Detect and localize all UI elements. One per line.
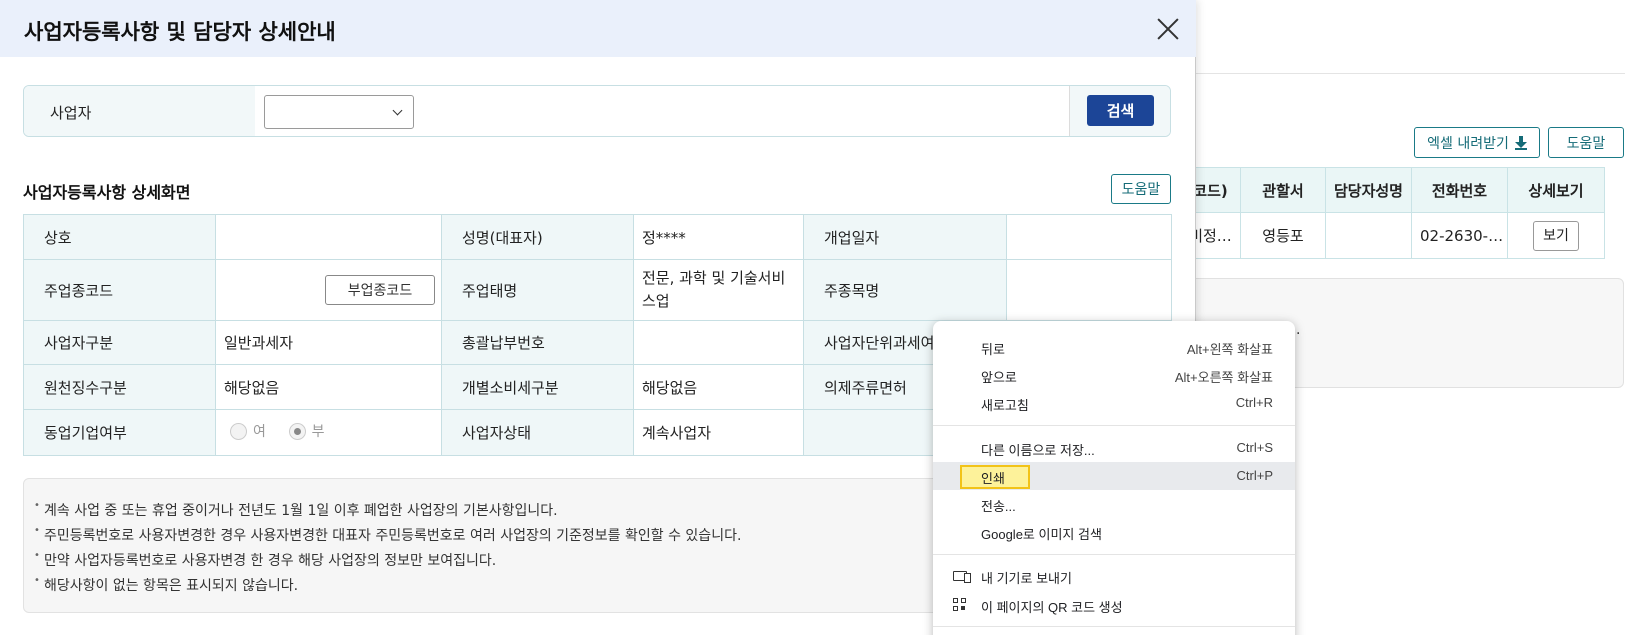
field-value: 전문, 과학 및 기술서비스업 (633, 259, 804, 321)
bg-info-text: . (1296, 322, 1301, 338)
field-value (1006, 214, 1172, 260)
field-value (215, 214, 442, 260)
bg-help-label: 도움말 (1566, 135, 1606, 152)
menu-item-label: 전송... (981, 499, 1016, 514)
column-header: 전화번호 (1411, 167, 1508, 213)
table-cell: 02-2630-… (1411, 212, 1508, 259)
context-menu: 뒤로 Alt+왼쪽 화살표 앞으로 Alt+오른쪽 화살표 새로고침 Ctrl+… (933, 321, 1295, 635)
business-label: 사업자 (50, 104, 92, 122)
menu-item-save-as[interactable]: 다른 이름으로 저장... Ctrl+S (933, 434, 1295, 462)
chevron-down-icon (392, 105, 403, 116)
help-button[interactable]: 도움말 (1111, 174, 1171, 204)
menu-item-shortcut: Alt+오른쪽 화살표 (1174, 370, 1273, 385)
menu-item-label: 새로고침 (981, 398, 1029, 413)
notice-item: 계속 사업 중 또는 휴업 중이거나 전년도 1월 1일 이후 폐업한 사업장의… (34, 500, 558, 520)
radio-label: 부 (311, 424, 325, 441)
field-label: 총괄납부번호 (441, 320, 634, 365)
notice-item: 주민등록번호로 사용자변경한 경우 사용자변경한 대표자 주민등록번호로 여러 … (34, 525, 741, 545)
search-button[interactable]: 검색 (1087, 95, 1154, 126)
menu-item-cast[interactable]: 전송... (933, 490, 1295, 518)
send-to-device-icon (953, 571, 971, 583)
field-label: 사업자구분 (23, 320, 216, 365)
field-label: 주종목명 (803, 259, 1007, 321)
modal-title: 사업자등록사항 및 담당자 상세안내 (24, 20, 336, 44)
field-label: 사업자상태 (441, 409, 634, 456)
view-button[interactable]: 보기 (1533, 220, 1579, 251)
menu-item-back[interactable]: 뒤로 Alt+왼쪽 화살표 (933, 333, 1295, 361)
field-value: 해당없음 (633, 364, 804, 410)
column-header: 담당자성명 (1325, 167, 1412, 213)
menu-item-label: 다른 이름으로 저장... (981, 443, 1095, 458)
modal-header: 사업자등록사항 및 담당자 상세안내 (0, 0, 1196, 57)
field-label: 개별소비세구분 (441, 364, 634, 410)
qr-code-icon (953, 598, 967, 612)
field-value (633, 320, 804, 365)
field-label: 성명(대표자) (441, 214, 634, 260)
menu-item-label: 인쇄 (981, 471, 1005, 486)
contact-table: 코드) 관할서 담당자성명 전화번호 상세보기 비정… 영등포 02-2630-… (1180, 167, 1605, 259)
menu-item-label: 이 페이지의 QR 코드 생성 (981, 600, 1123, 615)
excel-download-label: 엑셀 내려받기 (1427, 135, 1509, 152)
menu-item-label: 뒤로 (981, 342, 1005, 357)
field-value: 여 부 (215, 409, 442, 456)
close-icon[interactable] (1157, 18, 1179, 40)
field-value: 해당없음 (215, 364, 442, 410)
field-label: 원천징수구분 (23, 364, 216, 410)
radio-circle (230, 422, 247, 440)
search-label-cell: 사업자 (24, 86, 255, 136)
table-header-row: 코드) 관할서 담당자성명 전화번호 상세보기 (1180, 167, 1605, 213)
table-cell: 영등포 (1240, 212, 1326, 259)
menu-item-print[interactable]: 인쇄 Ctrl+P (933, 462, 1295, 490)
menu-item-shortcut: Alt+왼쪽 화살표 (1186, 342, 1273, 357)
notice-item: 해당사항이 없는 항목은 표시되지 않습니다. (34, 575, 298, 595)
menu-item-shortcut: Ctrl+S (1236, 440, 1273, 455)
column-header: 상세보기 (1507, 167, 1605, 213)
field-label: 주업태명 (441, 259, 634, 321)
field-value: 계속사업자 (633, 409, 804, 456)
menu-item-google-image-search[interactable]: Google로 이미지 검색 (933, 518, 1295, 546)
business-select[interactable] (264, 95, 414, 129)
menu-item-send-to-devices[interactable]: 내 기기로 보내기 (933, 562, 1295, 590)
field-value: 부업종코드 (215, 259, 442, 321)
radio-yes[interactable]: 여 (230, 421, 266, 441)
menu-item-forward[interactable]: 앞으로 Alt+오른쪽 화살표 (933, 361, 1295, 389)
sub-industry-code-button[interactable]: 부업종코드 (325, 275, 435, 305)
table-cell (1325, 212, 1412, 259)
bg-help-button[interactable]: 도움말 (1548, 127, 1624, 158)
menu-item-shortcut: Ctrl+P (1236, 468, 1273, 483)
menu-separator (933, 554, 1295, 555)
table-row: 비정… 영등포 02-2630-… 보기 (1180, 212, 1605, 259)
field-value (1006, 259, 1172, 321)
menu-item-label: Google로 이미지 검색 (981, 527, 1102, 542)
section-title: 사업자등록사항 상세화면 (23, 183, 191, 202)
column-header: 관할서 (1240, 167, 1326, 213)
divider (1195, 73, 1625, 74)
radio-label: 여 (253, 424, 266, 441)
menu-separator (933, 626, 1295, 627)
menu-separator (933, 425, 1295, 426)
menu-item-label: 앞으로 (981, 370, 1017, 385)
menu-item-shortcut: Ctrl+R (1235, 395, 1273, 410)
table-row: 상호 성명(대표자) 정**** 개업일자 (23, 214, 1172, 260)
table-cell: 보기 (1507, 212, 1605, 259)
field-value: 정**** (633, 214, 804, 260)
notice-item: 만약 사업자등록번호로 사용자변경 한 경우 해당 사업장의 정보만 보여집니다… (34, 550, 496, 570)
table-row: 주업종코드 부업종코드 주업태명 전문, 과학 및 기술서비스업 주종목명 (23, 259, 1172, 321)
radio-no[interactable]: 부 (288, 421, 325, 441)
field-label: 주업종코드 (23, 259, 216, 321)
menu-item-label: 내 기기로 보내기 (981, 571, 1072, 586)
search-bar: 사업자 (23, 85, 1171, 137)
radio-circle (288, 422, 306, 440)
field-label: 개업일자 (803, 214, 1007, 260)
download-icon (1514, 135, 1527, 150)
excel-download-button[interactable]: 엑셀 내려받기 (1414, 127, 1540, 158)
menu-item-qr-code[interactable]: 이 페이지의 QR 코드 생성 (933, 591, 1295, 619)
field-label: 동업기업여부 (23, 409, 216, 456)
menu-item-reload[interactable]: 새로고침 Ctrl+R (933, 389, 1295, 417)
field-label: 상호 (23, 214, 216, 260)
field-value: 일반과세자 (215, 320, 442, 365)
